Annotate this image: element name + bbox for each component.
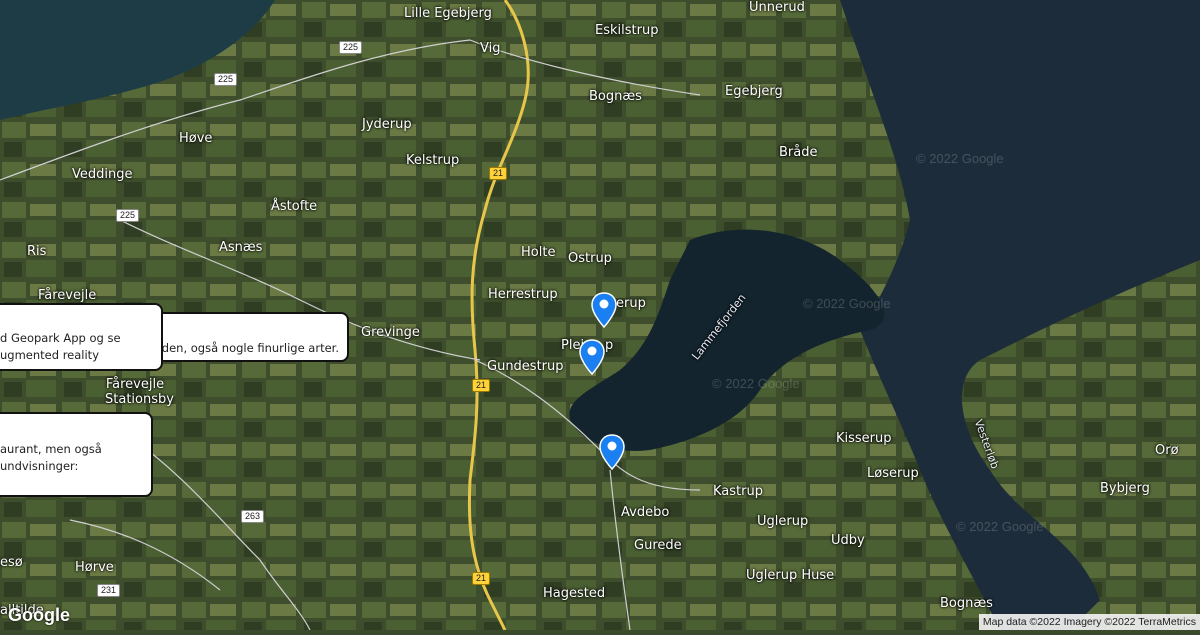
road-shield-263: 263 — [241, 510, 265, 523]
info-window-text: ugmented reality — [0, 348, 99, 362]
place-asnaes: Asnæs — [219, 240, 263, 255]
place-farevejle-stationsby: Fårevejle Stationsby — [105, 377, 174, 407]
place-uglerup-huse: Uglerup Huse — [746, 568, 835, 583]
place-gundestrup: Gundestrup — [487, 359, 564, 374]
place-egebjerg: Egebjerg — [725, 84, 783, 99]
map-marker-pin[interactable] — [579, 339, 605, 376]
place-bognaes-south: Bognæs — [940, 596, 993, 611]
place-vig: Vig — [480, 41, 501, 56]
place-eskilstrup: Eskilstrup — [595, 23, 659, 38]
place-lille-egebjerg: Lille Egebjerg — [404, 6, 492, 21]
place-erup-partial: erup — [616, 296, 646, 311]
place-farevejle: Fårevejle — [38, 288, 97, 303]
road-shield-225: 225 — [339, 41, 363, 54]
place-grevinge: Grevinge — [361, 325, 420, 340]
place-kastrup: Kastrup — [713, 484, 763, 499]
road-shield-225: 225 — [116, 209, 140, 222]
map-watermark: © 2022 Google — [956, 519, 1044, 534]
info-window-text: aurant, men også — [0, 442, 102, 456]
place-uglerup: Uglerup — [757, 514, 809, 529]
road-shield-21: 21 — [472, 379, 491, 392]
place-brade: Bråde — [779, 145, 818, 160]
road-shield-21: 21 — [489, 167, 508, 180]
place-avdebo: Avdebo — [621, 505, 670, 520]
info-window[interactable]: d Geopark App og se ugmented reality — [0, 303, 163, 371]
google-logo: Google — [8, 605, 70, 625]
place-oro: Orø — [1155, 443, 1179, 458]
place-ris: Ris — [27, 244, 47, 259]
place-hove: Høve — [179, 131, 213, 146]
map-attribution[interactable]: Map data ©2022 Imagery ©2022 TerraMetric… — [978, 614, 1200, 630]
place-kelstrup: Kelstrup — [406, 153, 460, 168]
place-p-partial: p — [605, 338, 614, 353]
place-eso-partial: esø — [0, 555, 23, 570]
location-pin-icon — [599, 434, 625, 471]
place-astofte: Åstofte — [271, 199, 318, 214]
info-window-text: undvisninger: — [0, 459, 79, 473]
place-veddinge: Veddinge — [72, 167, 133, 182]
place-ostrup: Ostrup — [568, 251, 612, 266]
place-bognaes: Bognæs — [589, 89, 642, 104]
map-watermark: © 2022 Google — [916, 151, 1004, 166]
place-jyderup: Jyderup — [362, 117, 412, 132]
place-holte: Holte — [521, 245, 556, 260]
place-herrestrup: Herrestrup — [488, 287, 558, 302]
road-shield-225: 225 — [214, 73, 238, 86]
info-window-text: d Geopark App og se — [0, 331, 121, 345]
map-watermark: © 2022 Google — [712, 376, 800, 391]
location-pin-icon — [591, 292, 617, 329]
road-shield-231: 231 — [97, 584, 121, 597]
place-kisserup: Kisserup — [836, 431, 892, 446]
place-unnerud: Unnerud — [749, 0, 805, 15]
map-watermark: © 2022 Google — [803, 296, 891, 311]
location-pin-icon — [579, 339, 605, 376]
place-horve: Hørve — [75, 560, 114, 575]
map-marker-pin[interactable] — [599, 434, 625, 471]
place-hagested: Hagested — [543, 586, 606, 601]
place-udby: Udby — [831, 533, 865, 548]
road-shield-21: 21 — [472, 572, 491, 585]
map-marker-pin[interactable] — [591, 292, 617, 329]
place-loserup: Løserup — [867, 466, 919, 481]
place-bybjerg: Bybjerg — [1100, 481, 1150, 496]
place-gurede: Gurede — [634, 538, 682, 553]
info-window[interactable]: aurant, men også undvisninger: — [0, 412, 153, 497]
